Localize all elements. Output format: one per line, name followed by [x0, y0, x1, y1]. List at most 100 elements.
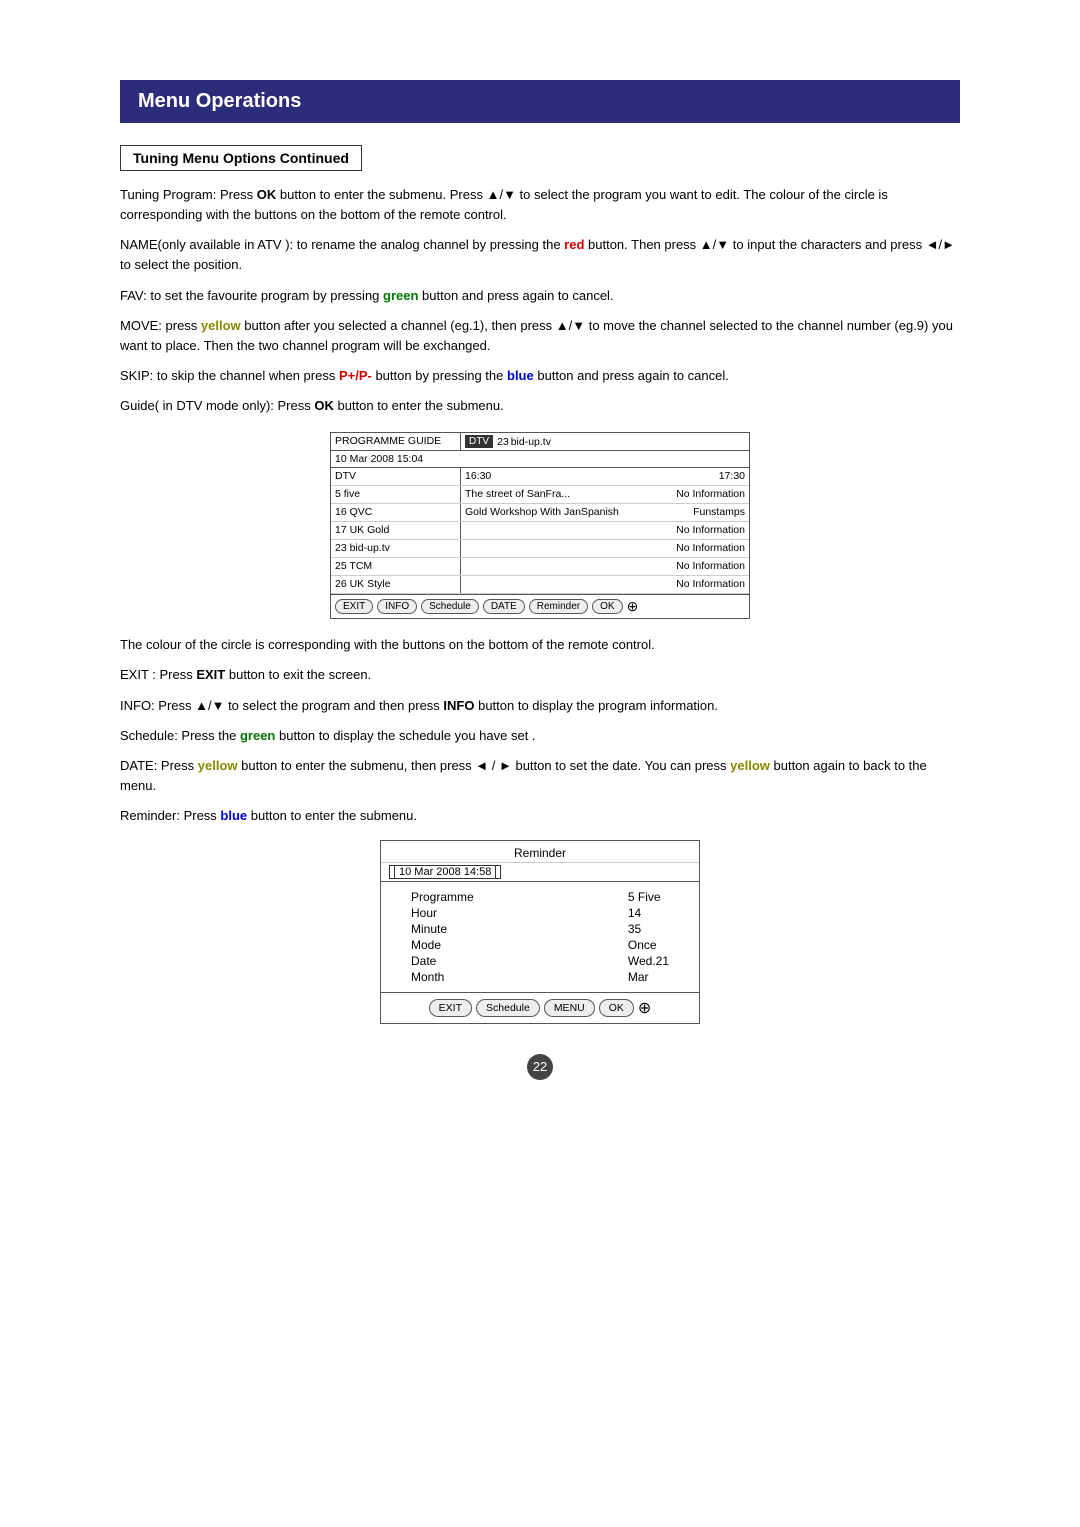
guide-channel-row-3: 23 bid-up.tv No Information	[331, 540, 749, 558]
guide-info-button[interactable]: INFO	[377, 599, 417, 614]
guide-ch-info-right-0: No Information	[672, 488, 745, 501]
guide-channel-number: 23	[497, 436, 509, 448]
guide-time2: 17:30	[715, 470, 745, 483]
guide-ch-info-left-0: The street of SanFra...	[465, 488, 672, 501]
guide-time1: 16:30	[465, 470, 715, 483]
guide-dtv-row: DTV 16:30 17:30	[331, 468, 749, 486]
subsection-title-text: Tuning Menu Options Continued	[133, 150, 349, 166]
guide-ch-info-3: No Information	[461, 540, 749, 557]
reminder-buttons-row: EXIT Schedule MENU OK ⊕	[381, 992, 699, 1023]
reminder-date-label: Date	[411, 954, 474, 968]
guide-reminder-button[interactable]: Reminder	[529, 599, 588, 614]
programme-guide-container: PROGRAMME GUIDE DTV 23 bid-up.tv 10 Mar …	[120, 432, 960, 619]
guide-dtv-label: DTV	[465, 435, 493, 448]
guide-ch-info-right-3: No Information	[672, 542, 745, 555]
guide-ch-info-0: The street of SanFra... No Information	[461, 486, 749, 503]
reminder-note-para: Reminder: Press blue button to enter the…	[120, 806, 960, 826]
fav-para: FAV: to set the favourite program by pre…	[120, 286, 960, 306]
guide-ch-name-4: 25 TCM	[331, 558, 461, 575]
guide-ch-info-5: No Information	[461, 576, 749, 593]
guide-ok-button[interactable]: OK	[592, 599, 622, 614]
guide-ch-info-left-2	[465, 524, 672, 537]
guide-ch-info-left-1: Gold Workshop With JanSpanish	[465, 506, 689, 519]
guide-schedule-button[interactable]: Schedule	[421, 599, 479, 614]
info-note-para: INFO: Press ▲/▼ to select the program an…	[120, 696, 960, 716]
guide-header-row: PROGRAMME GUIDE DTV 23 bid-up.tv	[331, 433, 749, 451]
guide-ch-info-right-4: No Information	[672, 560, 745, 573]
guide-ch-info-left-4	[465, 560, 672, 573]
colour-note-para: The colour of the circle is correspondin…	[120, 635, 960, 655]
section-title: Menu Operations	[138, 90, 301, 112]
guide-channel-row-4: 25 TCM No Information	[331, 558, 749, 576]
guide-channel-row-2: 17 UK Gold No Information	[331, 522, 749, 540]
schedule-note-para: Schedule: Press the green button to disp…	[120, 726, 960, 746]
reminder-minute-label: Minute	[411, 922, 474, 936]
guide-ch-name-2: 17 UK Gold	[331, 522, 461, 539]
reminder-date-field-value: Wed.21	[628, 954, 669, 968]
reminder-minute-value: 35	[628, 922, 669, 936]
guide-exit-button[interactable]: EXIT	[335, 599, 373, 614]
tuning-program-para: Tuning Program: Press OK button to enter…	[120, 185, 960, 225]
reminder-date-row: 10 Mar 2008 14:58	[381, 863, 699, 882]
date-note-para: DATE: Press yellow button to enter the s…	[120, 756, 960, 796]
guide-ch-name-0: 5 five	[331, 486, 461, 503]
reminder-month-value: Mar	[628, 970, 669, 984]
guide-ch-name-5: 26 UK Style	[331, 576, 461, 593]
guide-date-button[interactable]: DATE	[483, 599, 525, 614]
guide-date-row: 10 Mar 2008 15:04	[331, 451, 749, 468]
reminder-title-row: Reminder	[381, 841, 699, 863]
move-para: MOVE: press yellow button after you sele…	[120, 316, 960, 356]
reminder-month-label: Month	[411, 970, 474, 984]
guide-ch-info-right-5: No Information	[672, 578, 745, 591]
guide-header-label: PROGRAMME GUIDE	[335, 435, 441, 447]
guide-ch-info-left-3	[465, 542, 672, 555]
guide-channel-row-0: 5 five The street of SanFra... No Inform…	[331, 486, 749, 504]
programme-guide-box: PROGRAMME GUIDE DTV 23 bid-up.tv 10 Mar …	[330, 432, 750, 619]
reminder-mode-label: Mode	[411, 938, 474, 952]
reminder-mode-value: Once	[628, 938, 669, 952]
guide-buttons-row: EXIT INFO Schedule DATE Reminder OK ⊕	[331, 594, 749, 618]
reminder-labels: Programme Hour Minute Mode Date Month	[411, 890, 474, 984]
subsection-header: Tuning Menu Options Continued	[120, 145, 362, 171]
reminder-title: Reminder	[514, 846, 566, 860]
reminder-nav-icon: ⊕	[638, 998, 651, 1018]
guide-ch-info-1: Gold Workshop With JanSpanish Funstamps	[461, 504, 749, 521]
skip-para: SKIP: to skip the channel when press P+/…	[120, 366, 960, 386]
guide-nav-icon: ⊕	[627, 598, 639, 615]
reminder-container: Reminder 10 Mar 2008 14:58 Programme Hou…	[120, 840, 960, 1024]
page-number-container: 22	[120, 1054, 960, 1080]
guide-ch-info-2: No Information	[461, 522, 749, 539]
page-number: 22	[527, 1054, 553, 1080]
reminder-values: 5 Five 14 35 Once Wed.21 Mar	[628, 890, 669, 984]
reminder-hour-label: Hour	[411, 906, 474, 920]
reminder-exit-button[interactable]: EXIT	[429, 999, 472, 1017]
reminder-box: Reminder 10 Mar 2008 14:58 Programme Hou…	[380, 840, 700, 1024]
guide-date: 10 Mar 2008 15:04	[335, 453, 423, 465]
reminder-data: Programme Hour Minute Mode Date Month 5 …	[381, 882, 699, 992]
guide-channel-name: bid-up.tv	[511, 436, 551, 448]
name-para: NAME(only available in ATV ): to rename …	[120, 235, 960, 275]
reminder-menu-button[interactable]: MENU	[544, 999, 595, 1017]
guide-dtv-channel: DTV	[331, 468, 461, 485]
guide-header-left: PROGRAMME GUIDE	[331, 433, 461, 450]
reminder-date-text: 10 Mar 2008 14:58	[394, 865, 496, 879]
reminder-ok-button[interactable]: OK	[599, 999, 634, 1017]
reminder-hour-value: 14	[628, 906, 669, 920]
guide-header-right: DTV 23 bid-up.tv	[461, 433, 749, 450]
guide-ch-info-right-1: Funstamps	[689, 506, 745, 519]
guide-dtv-times: 16:30 17:30	[461, 468, 749, 485]
guide-intro-para: Guide( in DTV mode only): Press OK butto…	[120, 396, 960, 416]
reminder-date-value: 10 Mar 2008 14:58	[389, 865, 501, 879]
reminder-programme-value: 5 Five	[628, 890, 669, 904]
guide-ch-name-1: 16 QVC	[331, 504, 461, 521]
section-header: Menu Operations	[120, 80, 960, 123]
guide-channel-row-1: 16 QVC Gold Workshop With JanSpanish Fun…	[331, 504, 749, 522]
reminder-schedule-button[interactable]: Schedule	[476, 999, 540, 1017]
guide-ch-info-right-2: No Information	[672, 524, 745, 537]
guide-channel-row-5: 26 UK Style No Information	[331, 576, 749, 594]
guide-ch-info-left-5	[465, 578, 672, 591]
guide-ch-name-3: 23 bid-up.tv	[331, 540, 461, 557]
reminder-programme-label: Programme	[411, 890, 474, 904]
exit-note-para: EXIT : Press EXIT button to exit the scr…	[120, 665, 960, 685]
guide-ch-info-4: No Information	[461, 558, 749, 575]
